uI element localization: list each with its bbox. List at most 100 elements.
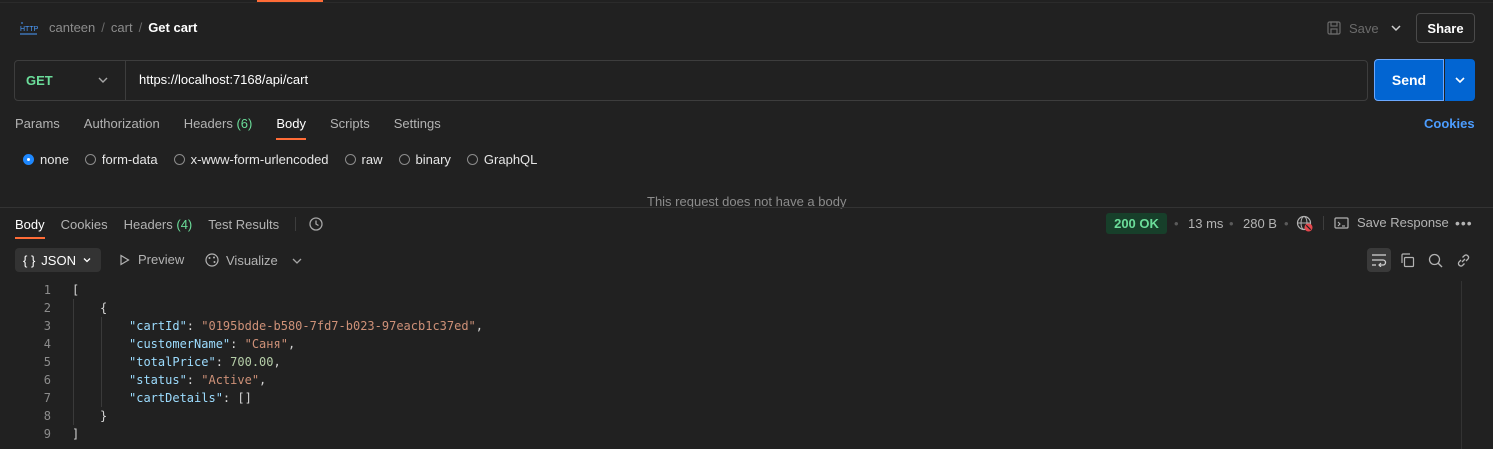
tab-test-results[interactable]: Test Results	[208, 217, 279, 238]
more-options-icon[interactable]: •••	[1455, 215, 1473, 231]
breadcrumb: canteen / cart / Get cart	[49, 20, 197, 36]
send-button[interactable]: Send	[1374, 59, 1444, 101]
status-badge[interactable]: 200 OK	[1106, 213, 1167, 234]
response-format-select[interactable]: { } JSON	[15, 248, 101, 272]
code-line: 8 }	[0, 407, 483, 425]
search-button[interactable]	[1423, 248, 1447, 272]
meta-dot: •	[1284, 216, 1289, 231]
line-number: 7	[43, 391, 51, 405]
code-text: "status": "Active",	[129, 373, 267, 387]
url-input[interactable]: https://localhost:7168/api/cart	[139, 72, 308, 87]
breadcrumb-folder[interactable]: cart	[111, 20, 133, 36]
response-tabs: Body Cookies Headers (4) Test Results	[15, 216, 324, 239]
tab-params[interactable]: Params	[15, 116, 60, 139]
wrap-lines-button[interactable]	[1367, 248, 1391, 272]
code-text: "totalPrice": 700.00,	[129, 355, 281, 369]
radio-button[interactable]	[344, 154, 356, 165]
send-options-button[interactable]	[1445, 59, 1475, 101]
share-button[interactable]: Share	[1416, 13, 1475, 43]
scrollbar[interactable]	[1461, 281, 1462, 449]
code-text: [	[72, 283, 80, 297]
link-icon	[1457, 253, 1469, 267]
request-title[interactable]: Get cart	[148, 20, 197, 36]
json-value: 700.00	[230, 355, 274, 369]
radio-button[interactable]	[466, 154, 478, 165]
visualize-button[interactable]: Visualize	[204, 252, 278, 268]
response-body-viewer[interactable]: 1 [ 2 { 3 "cartId": "0195bdde-b580-7fd7-…	[0, 281, 483, 443]
save-response-button[interactable]: Save Response	[1334, 215, 1449, 230]
tab-response-cookies[interactable]: Cookies	[61, 217, 108, 238]
request-tabs: Params Authorization Headers (6) Body Sc…	[15, 116, 465, 140]
line-number: 8	[43, 409, 51, 423]
tab-response-headers[interactable]: Headers (4)	[124, 217, 193, 238]
copy-icon	[1400, 252, 1414, 267]
breadcrumb-separator: /	[101, 20, 105, 35]
play-icon	[120, 253, 130, 266]
tab-headers-label: Headers	[183, 116, 233, 131]
preview-label: Preview	[138, 252, 185, 267]
json-value: "Саня"	[244, 337, 288, 351]
radio-raw[interactable]: raw	[344, 152, 383, 167]
radio-none[interactable]: none	[23, 152, 69, 167]
globe-warning-icon[interactable]	[1296, 215, 1313, 232]
code-line: 2 {	[0, 299, 483, 317]
body-type-radios: none form-data x-www-form-urlencoded raw…	[23, 152, 553, 167]
radio-binary[interactable]: binary	[398, 152, 451, 167]
http-icon: HTTP	[20, 22, 38, 35]
line-number: 5	[43, 355, 51, 369]
method-select[interactable]: GET	[26, 73, 53, 88]
radio-x-www-form-urlencoded[interactable]: x-www-form-urlencoded	[173, 152, 329, 167]
line-number: 9	[43, 427, 51, 441]
radio-label: none	[40, 152, 69, 167]
json-value: "Active"	[201, 373, 260, 387]
line-number: 1	[43, 283, 51, 297]
radio-graphql[interactable]: GraphQL	[466, 152, 538, 167]
copy-button[interactable]	[1395, 248, 1419, 272]
chevron-down-icon[interactable]	[1388, 20, 1404, 36]
tab-response-body[interactable]: Body	[15, 217, 45, 239]
chevron-down-icon[interactable]	[96, 73, 110, 87]
code-line: 1 [	[0, 281, 483, 299]
save-label: Save	[1349, 20, 1379, 36]
history-icon[interactable]	[308, 216, 324, 232]
code-line: 3 "cartId": "0195bdde-b580-7fd7-b023-97e…	[0, 317, 483, 335]
tab-authorization[interactable]: Authorization	[84, 116, 160, 139]
radio-button[interactable]	[398, 154, 410, 165]
line-number: 3	[43, 319, 51, 333]
response-headers-count: (4)	[176, 216, 193, 232]
visualize-icon	[205, 253, 219, 267]
tab-scripts[interactable]: Scripts	[330, 116, 370, 139]
tab-headers[interactable]: Headers (6)	[184, 116, 253, 139]
visualize-label: Visualize	[226, 252, 278, 268]
save-button[interactable]: Save	[1327, 18, 1379, 38]
link-button[interactable]	[1451, 248, 1475, 272]
meta-separator	[1323, 216, 1324, 230]
radio-button[interactable]	[23, 154, 34, 165]
cookies-link[interactable]: Cookies	[1424, 116, 1475, 131]
preview-button[interactable]: Preview	[119, 252, 184, 267]
radio-button[interactable]	[84, 154, 96, 165]
json-key: "cartId"	[129, 319, 187, 333]
tab-settings[interactable]: Settings	[394, 116, 441, 139]
response-time[interactable]: 13 ms	[1188, 216, 1223, 231]
response-size[interactable]: 280 B	[1243, 216, 1277, 231]
chevron-down-icon[interactable]	[290, 254, 304, 268]
response-divider[interactable]	[0, 207, 1493, 208]
breadcrumb-collection[interactable]: canteen	[49, 20, 95, 36]
radio-form-data[interactable]: form-data	[84, 152, 158, 167]
top-divider	[0, 2, 1493, 3]
url-divider	[125, 61, 126, 100]
radio-button[interactable]	[173, 154, 185, 165]
line-number: 4	[43, 337, 51, 351]
radio-label: GraphQL	[483, 152, 538, 167]
json-braces-icon: { }	[23, 252, 36, 268]
headers-count: (6)	[236, 116, 253, 131]
json-key: "customerName"	[129, 337, 231, 351]
meta-dot: •	[1174, 216, 1179, 231]
breadcrumb-separator: /	[138, 20, 143, 35]
wrap-icon	[1372, 254, 1387, 267]
json-value: "0195bdde-b580-7fd7-b023-97eacb1c37ed"	[201, 319, 476, 333]
radio-label: raw	[361, 152, 383, 167]
code-line: 7 "cartDetails": []	[0, 389, 483, 407]
tab-body[interactable]: Body	[276, 116, 306, 140]
